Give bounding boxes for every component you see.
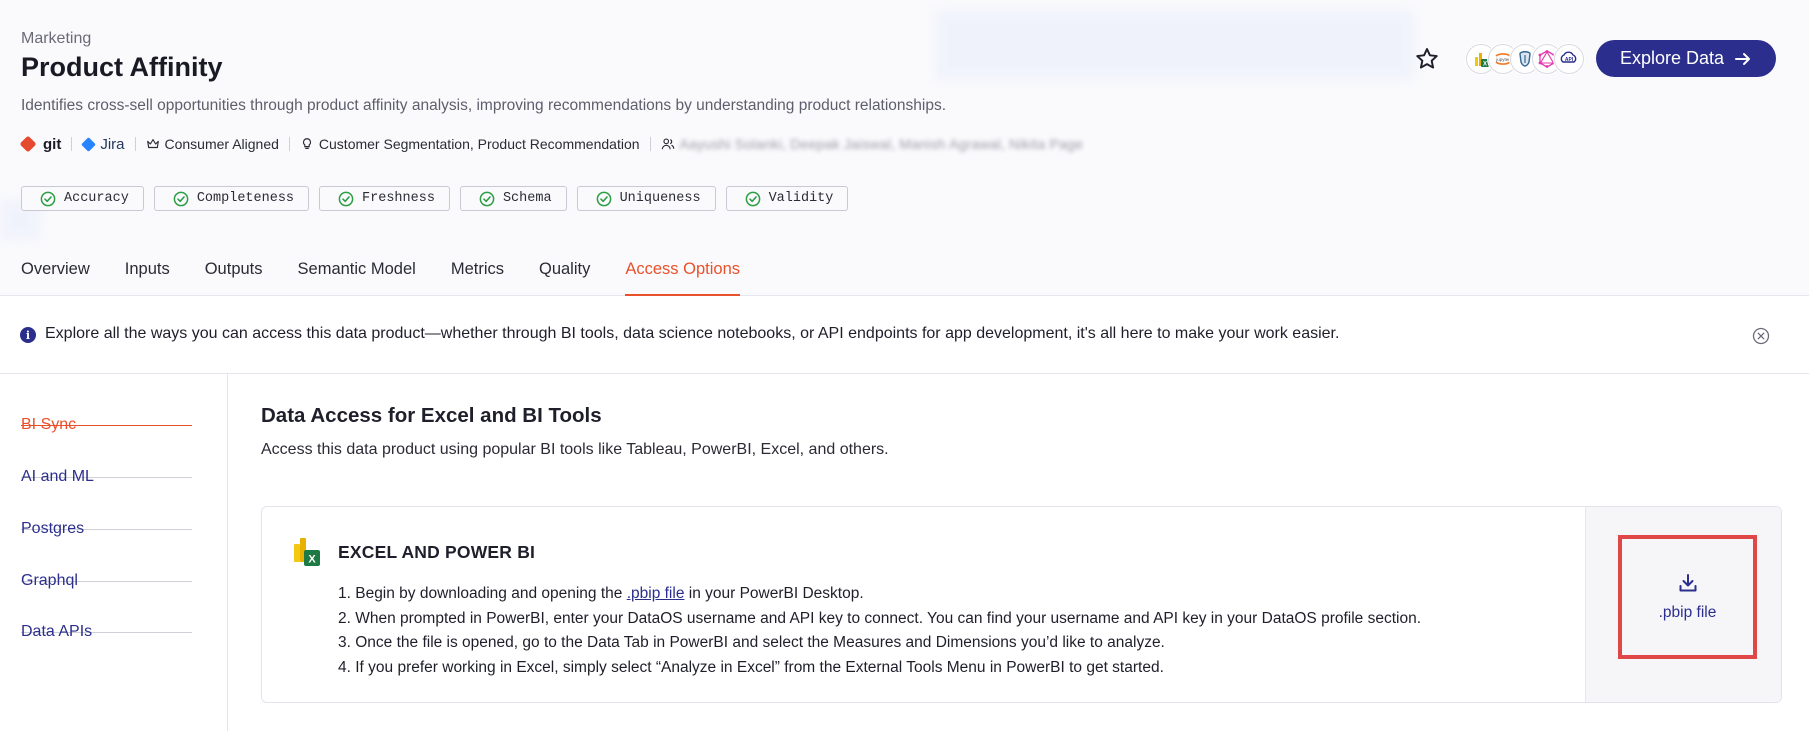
- meta-row: git Jira Consumer Aligned Customer Segme…: [19, 134, 1083, 154]
- step-text: in your PowerBI Desktop.: [684, 585, 864, 602]
- quality-label: Schema: [502, 191, 552, 206]
- sidebar-item-label: Data APIs: [21, 623, 93, 640]
- jupyter-icon-label: jupyter: [1495, 57, 1510, 62]
- quality-label: Uniqueness: [619, 191, 701, 206]
- download-pbip-button[interactable]: .pbip file: [1618, 535, 1757, 659]
- quality-badge-validity[interactable]: Validity: [725, 186, 849, 211]
- card-title: EXCEL AND POWER BI: [338, 542, 536, 562]
- instruction-step: 3. Once the file is opened, go to the Da…: [338, 634, 1165, 651]
- divider: [71, 137, 73, 151]
- alignment-item: Consumer Aligned: [146, 136, 279, 152]
- page-title: Product Affinity: [21, 52, 223, 82]
- instruction-step: 4. If you prefer working in Excel, simpl…: [338, 658, 1164, 676]
- tab-access-options[interactable]: Access Options: [625, 250, 740, 296]
- download-label: .pbip file: [1658, 604, 1717, 621]
- tab-overview[interactable]: Overview: [21, 250, 90, 296]
- quality-label: Completeness: [196, 191, 295, 206]
- tab-quality[interactable]: Quality: [539, 250, 590, 296]
- sidebar-item-ai-ml[interactable]: AI and ML: [21, 426, 192, 485]
- users-icon: [661, 138, 674, 150]
- svg-text:X: X: [1483, 61, 1487, 67]
- data-api-icon[interactable]: API: [1553, 43, 1584, 74]
- jira-link[interactable]: Jira: [81, 135, 125, 153]
- quality-label: Validity: [768, 191, 834, 206]
- header-actions: X jupyter API Explore Data: [1414, 40, 1776, 77]
- section-subtitle: Access this data product using popular B…: [261, 441, 889, 458]
- excel-powerbi-icon: X: [294, 538, 320, 566]
- git-link[interactable]: git: [19, 135, 62, 153]
- check-circle-icon: [745, 191, 760, 206]
- blurred-background: [935, 10, 1415, 80]
- tab-outputs[interactable]: Outputs: [205, 250, 263, 296]
- use-cases-label: Customer Segmentation, Product Recommend…: [318, 136, 640, 152]
- access-tool-icons: X jupyter API: [1465, 43, 1584, 74]
- check-circle-icon: [173, 191, 189, 206]
- svg-text:X: X: [308, 554, 316, 566]
- lightbulb-icon: [302, 138, 311, 149]
- excel-powerbi-card: X EXCEL AND POWER BI 1. Begin by downloa…: [261, 506, 1782, 703]
- tab-metrics[interactable]: Metrics: [451, 250, 504, 296]
- quality-label: Freshness: [362, 191, 435, 206]
- data-api-icon-label: API: [1565, 57, 1574, 63]
- explore-data-button[interactable]: Explore Data: [1595, 40, 1776, 77]
- section-title: Data Access for Excel and BI Tools: [261, 404, 602, 427]
- quality-badge-schema[interactable]: Schema: [459, 186, 567, 211]
- owners-item: Aayushi Solanki, Deepak Jaiswal, Manish …: [661, 136, 1083, 152]
- quality-label: Accuracy: [64, 191, 129, 206]
- quality-badge-accuracy[interactable]: Accuracy: [21, 186, 144, 211]
- divider: [134, 137, 136, 151]
- check-circle-icon: [40, 191, 56, 206]
- git-label: git: [43, 135, 62, 153]
- star-icon[interactable]: [1414, 46, 1440, 72]
- quality-badge-freshness[interactable]: Freshness: [319, 186, 450, 211]
- arrow-right-icon: [1735, 52, 1750, 65]
- crown-icon: [146, 139, 159, 149]
- check-circle-icon: [479, 191, 495, 206]
- divider: [649, 137, 651, 151]
- pbip-file-link[interactable]: .pbip file: [627, 585, 685, 602]
- domain-label: Marketing: [21, 30, 92, 47]
- tab-bar: Overview Inputs Outputs Semantic Model M…: [21, 250, 775, 296]
- sidebar-item-graphql[interactable]: Graphql: [21, 530, 192, 589]
- check-circle-icon: [596, 191, 611, 206]
- jira-label: Jira: [100, 135, 125, 153]
- info-banner-text: Explore all the ways you can access this…: [45, 325, 1340, 342]
- alignment-label: Consumer Aligned: [164, 136, 279, 152]
- download-icon: [1679, 574, 1696, 592]
- tab-inputs[interactable]: Inputs: [125, 250, 170, 296]
- quality-badge-uniqueness[interactable]: Uniqueness: [576, 186, 716, 211]
- use-cases-item: Customer Segmentation, Product Recommend…: [300, 136, 640, 152]
- instruction-step: 1. Begin by downloading and opening the …: [338, 582, 1421, 607]
- step-text: 1. Begin by downloading and opening the: [338, 585, 627, 602]
- git-icon: [19, 135, 37, 153]
- tab-semantic-model[interactable]: Semantic Model: [298, 250, 416, 296]
- jira-icon: [81, 136, 97, 152]
- close-icon[interactable]: [1752, 327, 1770, 345]
- instruction-step: 2. When prompted in PowerBI, enter your …: [338, 609, 1422, 627]
- instruction-list: 1. Begin by downloading and opening the …: [338, 582, 1421, 680]
- info-icon: i: [20, 327, 36, 343]
- divider: [288, 137, 290, 151]
- product-description: Identifies cross-sell opportunities thro…: [21, 97, 947, 114]
- sidebar-item-bi-sync[interactable]: BI Sync: [21, 374, 192, 433]
- check-circle-icon: [338, 191, 354, 206]
- sidebar-item-data-apis[interactable]: Data APIs: [21, 581, 192, 640]
- quality-checks: Accuracy Completeness Freshness Schema U…: [21, 186, 849, 211]
- explore-data-label: Explore Data: [1619, 48, 1724, 68]
- owners-list: Aayushi Solanki, Deepak Jaiswal, Manish …: [679, 136, 1083, 152]
- sidebar-item-postgres[interactable]: Postgres: [21, 478, 192, 537]
- quality-badge-completeness[interactable]: Completeness: [153, 186, 310, 211]
